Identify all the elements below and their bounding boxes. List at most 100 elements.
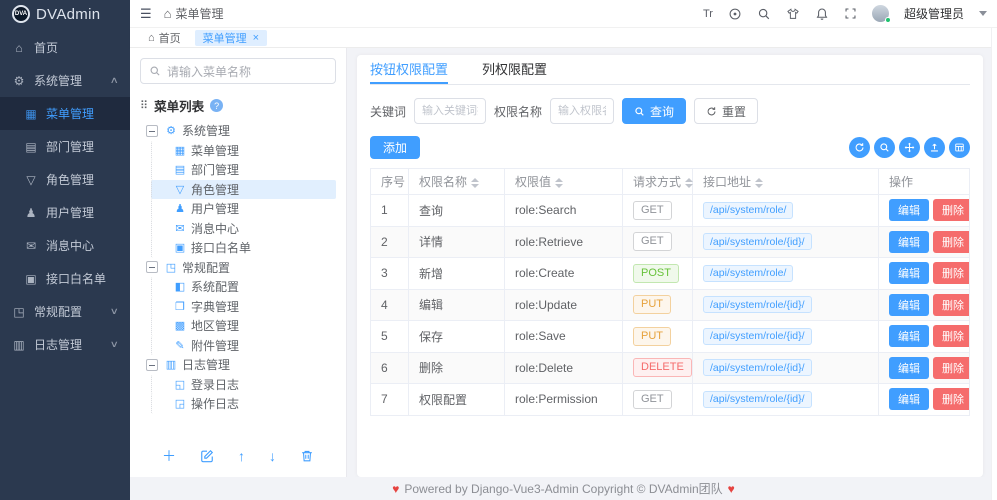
sort-desc-icon[interactable]	[755, 183, 764, 188]
column-header-3[interactable]: 权限值	[504, 168, 623, 195]
notification-bell-icon[interactable]	[815, 7, 829, 21]
tab-menu-management-label: 菜单管理	[202, 32, 247, 45]
sidebar-item-system-management[interactable]: ⚙ 系统管理 ∧	[0, 64, 130, 97]
sort-asc-icon[interactable]	[471, 177, 480, 182]
fullscreen-icon[interactable]	[844, 7, 857, 20]
tree-node-dict-management[interactable]: ❐ 字典管理	[151, 296, 336, 316]
search-button[interactable]: 查询	[622, 98, 687, 124]
column-header-5[interactable]: 接口地址	[692, 168, 879, 195]
delete-button[interactable]: 删除	[933, 262, 969, 285]
edit-node-button[interactable]	[200, 449, 214, 463]
move-up-button[interactable]: ↑	[238, 449, 245, 463]
cell-actions: 编辑 删除	[878, 320, 970, 353]
layout-config-icon[interactable]	[728, 7, 742, 21]
user-menu-chevron-icon[interactable]	[979, 11, 987, 16]
tree-node-operation-log[interactable]: ◲ 操作日志	[151, 394, 336, 414]
column-header-2[interactable]: 权限名称	[408, 168, 505, 195]
cell-actions: 编辑 删除	[878, 257, 970, 290]
theme-skin-icon[interactable]	[786, 7, 800, 21]
tab-column-permission-config[interactable]: 列权限配置	[482, 55, 547, 84]
sort-asc-icon[interactable]	[555, 177, 564, 182]
tree-node-area-management[interactable]: ▩ 地区管理	[151, 316, 336, 336]
sidebar-item-api-whitelist[interactable]: ▣ 接口白名单	[0, 262, 130, 295]
edit-button[interactable]: 编辑	[889, 293, 929, 316]
sort-icon[interactable]	[685, 177, 694, 188]
sidebar-item-log-management[interactable]: ▥ 日志管理 ∨	[0, 328, 130, 361]
brand-logo: DVA DVAdmin	[0, 0, 130, 28]
sort-icon[interactable]	[555, 177, 564, 188]
column-settings-button[interactable]	[949, 137, 970, 158]
sidebar-item-general-config[interactable]: ◳ 常规配置 ∨	[0, 295, 130, 328]
tree-node-api-whitelist[interactable]: ▣ 接口白名单	[151, 238, 336, 258]
sidebar-item-department-management[interactable]: ▤ 部门管理	[0, 130, 130, 163]
delete-button[interactable]: 删除	[933, 325, 969, 348]
sidebar-item-message-center[interactable]: ✉ 消息中心	[0, 229, 130, 262]
collapse-expander-icon[interactable]	[146, 261, 158, 274]
delete-node-button[interactable]	[300, 449, 314, 463]
move-down-button[interactable]: ↓	[269, 449, 276, 463]
sort-icon[interactable]	[755, 177, 764, 188]
tree-node-login-log[interactable]: ◱ 登录日志	[151, 374, 336, 394]
sidebar-item-home[interactable]: ⌂ 首页	[0, 31, 130, 64]
sort-desc-icon[interactable]	[555, 183, 564, 188]
username[interactable]: 超级管理员	[904, 5, 964, 22]
tree-node-message-center[interactable]: ✉ 消息中心	[151, 218, 336, 238]
search-icon[interactable]	[757, 7, 771, 21]
sort-desc-icon[interactable]	[471, 183, 480, 188]
tree-node-attachment-management[interactable]: ✎ 附件管理	[151, 335, 336, 355]
language-icon[interactable]: Tr	[703, 8, 713, 20]
refresh-button[interactable]	[849, 137, 870, 158]
delete-button[interactable]: 删除	[933, 356, 969, 379]
tree-node-system-management[interactable]: ⚙ 系统管理	[140, 121, 336, 141]
close-tab-icon[interactable]: ×	[253, 32, 259, 44]
edit-button[interactable]: 编辑	[889, 199, 929, 222]
tree-node-menu-management[interactable]: ▦ 菜单管理	[151, 140, 336, 160]
scrollbar-gutter[interactable]	[991, 28, 997, 500]
user-avatar[interactable]	[871, 5, 891, 23]
tree-node-general-config[interactable]: ◳ 常规配置	[140, 258, 336, 278]
compact-mode-button[interactable]	[899, 137, 920, 158]
refresh-icon	[855, 143, 864, 152]
sort-asc-icon[interactable]	[685, 177, 694, 182]
delete-button[interactable]: 删除	[933, 293, 969, 316]
toggle-search-button[interactable]	[874, 137, 895, 158]
menu-search-input[interactable]: 请输入菜单名称	[140, 58, 336, 84]
sort-icon[interactable]	[471, 177, 480, 188]
tab-home[interactable]: ⌂ 首页	[140, 30, 189, 46]
sort-desc-icon[interactable]	[685, 183, 694, 188]
help-icon[interactable]: ?	[210, 99, 224, 112]
column-header-label: 请求方式	[633, 175, 682, 189]
permission-name-input[interactable]	[550, 98, 615, 124]
reset-button[interactable]: 重置	[694, 98, 759, 124]
add-node-button[interactable]: ＋	[162, 449, 176, 463]
tree-node-system-config[interactable]: ◧ 系统配置	[151, 277, 336, 297]
sort-asc-icon[interactable]	[755, 177, 764, 182]
keyword-input[interactable]	[414, 98, 487, 124]
tree-node-role-management[interactable]: ▽ 角色管理	[151, 179, 336, 199]
cell-permission-name: 编辑	[408, 288, 505, 321]
tree-node-label: 用户管理	[191, 202, 240, 217]
column-header-4[interactable]: 请求方式	[622, 168, 694, 195]
edit-button[interactable]: 编辑	[889, 325, 929, 348]
add-button[interactable]: 添加	[370, 136, 421, 159]
edit-button[interactable]: 编辑	[889, 388, 929, 411]
edit-button[interactable]: 编辑	[889, 230, 929, 253]
collapse-sidebar-icon[interactable]: ☰	[140, 6, 152, 22]
tree-node-department-management[interactable]: ▤ 部门管理	[151, 160, 336, 180]
tree-node-log-management[interactable]: ▥ 日志管理	[140, 355, 336, 375]
sys-icon: ◧	[174, 281, 186, 294]
collapse-expander-icon[interactable]	[146, 124, 158, 137]
collapse-expander-icon[interactable]	[146, 358, 158, 371]
tab-button-permission-config[interactable]: 按钮权限配置	[370, 55, 449, 84]
sidebar-item-user-management[interactable]: ♟ 用户管理	[0, 196, 130, 229]
tree-node-user-management[interactable]: ♟ 用户管理	[151, 199, 336, 219]
delete-button[interactable]: 删除	[933, 199, 969, 222]
sidebar-item-role-management[interactable]: ▽ 角色管理	[0, 163, 130, 196]
tab-menu-management[interactable]: 菜单管理 ×	[194, 29, 268, 46]
delete-button[interactable]: 删除	[933, 230, 969, 253]
delete-button[interactable]: 删除	[933, 388, 969, 411]
sidebar-item-menu-management[interactable]: ▦ 菜单管理	[0, 97, 130, 130]
edit-button[interactable]: 编辑	[889, 356, 929, 379]
export-button[interactable]	[924, 137, 945, 158]
edit-button[interactable]: 编辑	[889, 262, 929, 285]
